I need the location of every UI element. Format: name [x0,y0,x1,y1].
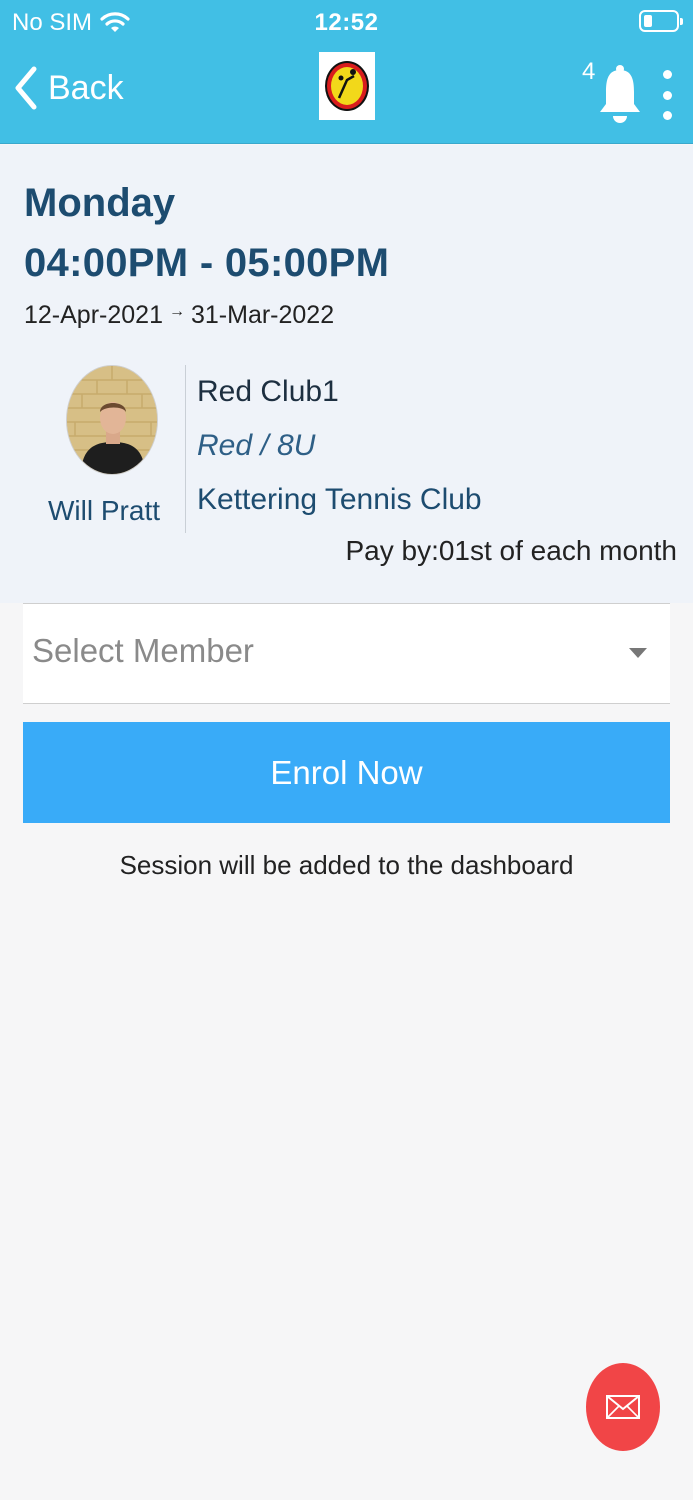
session-day: Monday [24,181,176,225]
mail-icon [606,1395,640,1419]
more-vertical-icon[interactable] [660,70,674,120]
arrow-right-icon: → [168,302,185,320]
chevron-left-icon [15,66,37,110]
session-dates: 12-Apr-2021 → 31-Mar-2022 [24,301,334,330]
dashboard-note: Session will be added to the dashboard [119,850,574,880]
chevron-down-icon [629,648,647,658]
club-logo-icon [325,61,369,111]
status-time: 12:52 [314,9,379,36]
club-logo [319,52,375,120]
coach-avatar [66,365,158,475]
bell-icon [600,65,640,123]
coach-photo [67,366,157,474]
start-date: 12-Apr-2021 [24,301,163,329]
notification-count: 4 [582,58,596,85]
enrol-now-button[interactable]: Enrol Now [23,722,670,823]
coach-name: Will Pratt [48,495,160,526]
battery-icon [639,10,683,32]
back-label: Back [48,68,124,107]
select-member-placeholder: Select Member [32,632,254,669]
app-header: No SIM 12:52 Back 4 [0,0,693,144]
notifications-button[interactable]: 4 [580,58,650,128]
end-date: 31-Mar-2022 [190,301,335,329]
venue-name: Kettering Tennis Club [197,483,482,516]
class-level: Red / 8U [197,429,316,462]
message-button[interactable] [586,1363,660,1451]
select-member-dropdown[interactable]: Select Member [23,603,670,704]
session-time: 04:00PM - 05:00PM [24,241,390,285]
class-name: Red Club1 [197,375,339,408]
pay-by-text: Pay by:01st of each month [345,535,677,566]
divider [185,365,186,533]
session-details: Monday 04:00PM - 05:00PM 12-Apr-2021 → 3… [0,145,693,603]
back-button[interactable]: Back [14,66,124,110]
